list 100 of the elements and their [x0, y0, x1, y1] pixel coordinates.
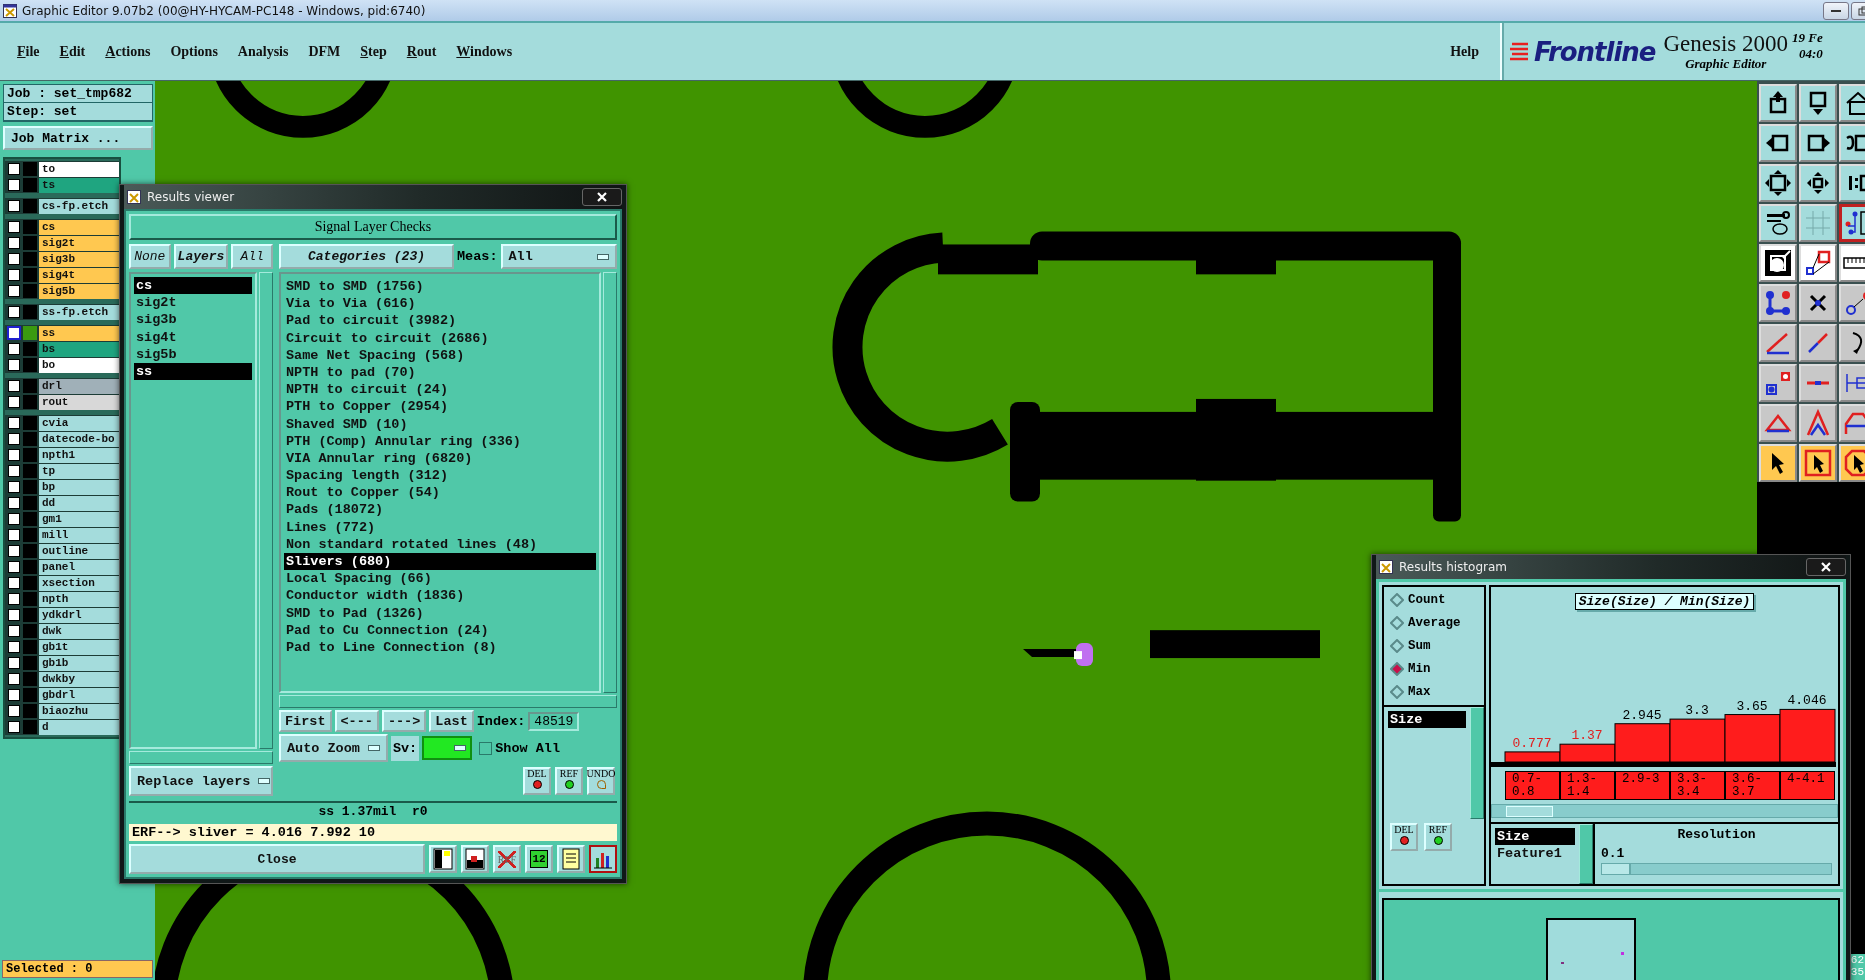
list-item[interactable]: PTH to Copper (2954): [284, 398, 596, 416]
nav-button[interactable]: <---: [334, 710, 379, 732]
layer-name[interactable]: datecode-bo: [39, 431, 119, 447]
list-item[interactable]: Rout to Copper (54): [284, 484, 596, 502]
menu-item[interactable]: Rout: [397, 41, 446, 62]
layer-name[interactable]: ss-fp.etch: [39, 304, 119, 320]
action-button[interactable]: DEL: [523, 767, 551, 795]
action-button[interactable]: REF: [1424, 823, 1452, 851]
layer-name[interactable]: ts: [39, 177, 119, 193]
layer-name[interactable]: biaozhu: [39, 703, 119, 719]
list-item[interactable]: Spacing length (312): [284, 467, 596, 485]
categories-button[interactable]: Categories (23): [279, 244, 454, 269]
nav-button[interactable]: Last: [429, 710, 474, 732]
list-item[interactable]: sig3b: [134, 311, 252, 329]
layer-name[interactable]: to: [39, 161, 119, 177]
list-item[interactable]: ss: [134, 362, 252, 381]
menu-item[interactable]: Edit: [50, 41, 95, 62]
list-item[interactable]: NPTH to circuit (24): [284, 381, 596, 399]
layer-name[interactable]: bs: [39, 341, 119, 357]
layer-name[interactable]: drl: [39, 378, 119, 394]
layer-name[interactable]: npth: [39, 591, 119, 607]
list-item[interactable]: sig4t: [134, 328, 252, 346]
layer-name[interactable]: d: [39, 719, 119, 735]
menu-item[interactable]: Windows: [447, 41, 522, 62]
index-field[interactable]: 48519: [528, 711, 580, 731]
list-item[interactable]: Pad to Line Connection (8): [284, 638, 596, 657]
list-item[interactable]: Lines (772): [284, 518, 596, 536]
layer-name[interactable]: dd: [39, 495, 119, 511]
layer-name[interactable]: outline: [39, 543, 119, 559]
list-item[interactable]: Pads (18072): [284, 501, 596, 519]
list-item[interactable]: Conductor width (1836): [284, 587, 596, 605]
layer-name[interactable]: tp: [39, 463, 119, 479]
list-item[interactable]: SMD to SMD (1756): [284, 278, 596, 296]
layer-name[interactable]: bp: [39, 479, 119, 495]
list-item[interactable]: Local Spacing (66): [284, 570, 596, 588]
menu-item[interactable]: Options: [161, 41, 227, 62]
layer-name[interactable]: bo: [39, 357, 119, 373]
list-item[interactable]: Same Net Spacing (568): [284, 346, 596, 364]
meas-dropdown[interactable]: All: [500, 244, 617, 269]
bin-label: 2.9-3: [1615, 771, 1670, 800]
menu-item[interactable]: File: [8, 41, 49, 62]
layer-name[interactable]: ydkdrl: [39, 607, 119, 623]
layer-name[interactable]: gbdrl: [39, 687, 119, 703]
menu-item[interactable]: DFM: [299, 41, 350, 62]
layer-name[interactable]: xsection: [39, 575, 119, 591]
action-button[interactable]: DEL: [1390, 823, 1418, 851]
help-menu[interactable]: Help: [1441, 41, 1488, 62]
menu-item[interactable]: Step: [351, 41, 396, 62]
layer-name[interactable]: rout: [39, 394, 119, 410]
list-item[interactable]: sig5b: [134, 345, 252, 363]
layer-name[interactable]: sig3b: [39, 251, 119, 267]
layer-name[interactable]: gm1: [39, 511, 119, 527]
job-matrix-button[interactable]: Job Matrix ...: [3, 126, 153, 150]
tool-button[interactable]: 12: [525, 845, 553, 873]
list-item[interactable]: VIA Annular ring (6820): [284, 449, 596, 468]
resolution-value: 0.1: [1601, 846, 1626, 861]
layer-name[interactable]: dwkby: [39, 671, 119, 687]
list-item[interactable]: cs: [134, 277, 252, 295]
layer-name[interactable]: mill: [39, 527, 119, 543]
action-button[interactable]: UNDO: [587, 767, 615, 795]
layer-name[interactable]: sig5b: [39, 283, 119, 299]
filter-button[interactable]: None: [129, 244, 171, 269]
menu-item[interactable]: Analysis: [228, 41, 298, 62]
action-button[interactable]: REF: [555, 767, 583, 795]
zoom-mode-dropdown[interactable]: Auto Zoom: [279, 734, 388, 762]
list-item[interactable]: Via to Via (616): [284, 295, 596, 313]
layer-name[interactable]: sig2t: [39, 235, 119, 251]
layer-name[interactable]: cvia: [39, 415, 119, 431]
layer-name[interactable]: panel: [39, 559, 119, 575]
layer-name[interactable]: npth1: [39, 447, 119, 463]
list-item[interactable]: Non standard rotated lines (48): [284, 535, 596, 553]
list-item[interactable]: Slivers (680): [284, 553, 596, 571]
replace-mode-dropdown[interactable]: Replace layers: [129, 766, 273, 796]
layer-name[interactable]: gb1b: [39, 655, 119, 671]
list-item[interactable]: Size: [1495, 828, 1575, 846]
nav-button[interactable]: --->: [381, 710, 427, 732]
list-item[interactable]: SMD to Pad (1326): [284, 604, 596, 622]
close-button[interactable]: Close: [129, 844, 425, 874]
nav-button[interactable]: First: [279, 710, 332, 732]
layer-name[interactable]: gb1t: [39, 639, 119, 655]
list-item[interactable]: Shaved SMD (10): [284, 415, 596, 433]
list-item[interactable]: Pad to Cu Connection (24): [284, 621, 596, 639]
bin-label: 0.7-0.8: [1505, 771, 1560, 800]
menu-item[interactable]: Actions: [96, 41, 160, 62]
list-item[interactable]: sig2t: [134, 294, 252, 312]
layer-name[interactable]: dwk: [39, 623, 119, 639]
step-name: Step: set: [4, 103, 152, 121]
list-item[interactable]: Circuit to circuit (2686): [284, 329, 596, 347]
meas-label: Meas:: [457, 249, 498, 264]
list-item[interactable]: NPTH to pad (70): [284, 363, 596, 382]
filter-button[interactable]: Layers: [173, 244, 229, 269]
list-item[interactable]: Feature1: [1495, 845, 1575, 863]
list-item[interactable]: Size: [1388, 711, 1466, 729]
layer-name[interactable]: ss: [39, 325, 119, 341]
filter-button[interactable]: All: [231, 244, 273, 269]
list-item[interactable]: Pad to circuit (3982): [284, 312, 596, 330]
layer-name[interactable]: cs-fp.etch: [39, 198, 119, 214]
layer-name[interactable]: sig4t: [39, 267, 119, 283]
list-item[interactable]: PTH (Comp) Annular ring (336): [284, 432, 596, 450]
layer-name[interactable]: cs: [39, 219, 119, 235]
